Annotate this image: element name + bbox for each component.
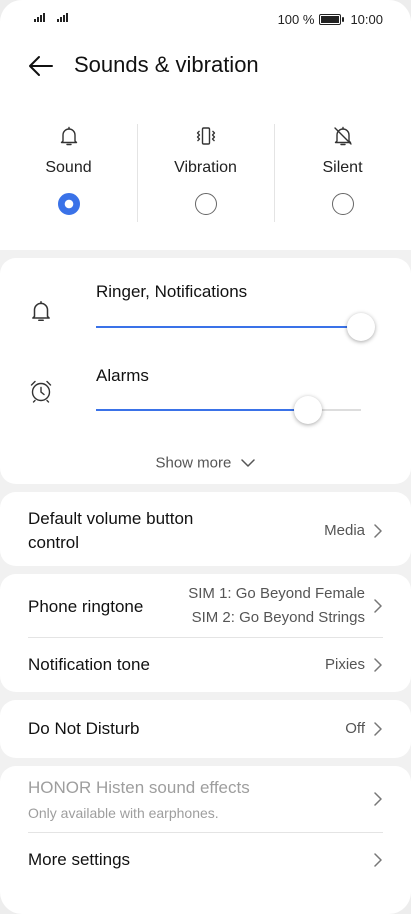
mode-silent[interactable]: Silent xyxy=(274,116,411,226)
alarm-clock-icon xyxy=(30,380,52,403)
histen-row[interactable]: HONOR Histen sound effects Only availabl… xyxy=(0,766,411,832)
screen: 100 % 10:00 Sounds & vibration Sound Vib… xyxy=(0,0,411,914)
phone-ringtone-row[interactable]: Phone ringtone SIM 1: Go Beyond Female S… xyxy=(0,574,411,638)
volume-card: Ringer, Notifications Alarms Show more xyxy=(0,258,411,484)
ringtone-card: Phone ringtone SIM 1: Go Beyond Female S… xyxy=(0,574,411,692)
chevron-right-icon xyxy=(374,599,382,613)
volume-alarms-label: Alarms xyxy=(96,366,149,385)
bell-off-icon xyxy=(333,126,352,146)
mode-silent-radio[interactable] xyxy=(331,193,354,215)
arrow-left-icon[interactable] xyxy=(26,51,56,81)
chevron-down-icon xyxy=(240,459,255,467)
mode-vibration-label: Vibration xyxy=(174,159,237,176)
notification-tone-label: Notification tone xyxy=(28,655,150,674)
volume-alarms-slider[interactable] xyxy=(96,396,361,424)
show-more-button[interactable]: Show more xyxy=(0,454,411,472)
default-volume-label: Default volume button control xyxy=(28,509,194,552)
mode-silent-label: Silent xyxy=(322,159,363,176)
volume-ringer: Ringer, Notifications xyxy=(0,282,411,352)
bell-icon xyxy=(60,126,77,146)
slider-progress xyxy=(96,326,361,328)
more-settings-label: More settings xyxy=(28,850,131,869)
volume-ringer-label: Ringer, Notifications xyxy=(96,282,248,301)
notification-tone-row[interactable]: Notification tone Pixies xyxy=(0,638,411,692)
default-volume-row[interactable]: Default volume button control Media xyxy=(0,492,411,566)
mode-sound[interactable]: Sound xyxy=(0,116,137,226)
sound-mode-selector: Sound Vibration Silent xyxy=(0,116,411,226)
chevron-right-icon xyxy=(374,722,382,736)
default-volume-value: Media xyxy=(324,522,365,539)
mode-sound-label: Sound xyxy=(45,159,92,176)
page-title: Sounds & vibration xyxy=(74,52,259,77)
do-not-disturb-row[interactable]: Do Not Disturb Off xyxy=(0,700,411,758)
chevron-right-icon xyxy=(374,853,382,867)
dnd-card: Do Not Disturb Off xyxy=(0,700,411,758)
more-card: HONOR Histen sound effects Only availabl… xyxy=(0,766,411,914)
ringtone-sim2: SIM 2: Go Beyond Strings xyxy=(191,609,365,626)
battery-percent: 100 % xyxy=(277,12,315,27)
phone-ringtone-label: Phone ringtone xyxy=(28,597,144,616)
volume-ringer-slider[interactable] xyxy=(96,313,375,341)
slider-progress xyxy=(96,409,308,411)
default-volume-card: Default volume button control Media xyxy=(0,492,411,566)
mode-sound-radio[interactable] xyxy=(57,193,80,215)
volume-alarms: Alarms xyxy=(0,364,411,434)
do-not-disturb-label: Do Not Disturb xyxy=(28,719,140,738)
signal-icon xyxy=(34,13,45,22)
notification-tone-value: Pixies xyxy=(324,656,365,673)
histen-label: HONOR Histen sound effects xyxy=(28,778,250,797)
chevron-right-icon xyxy=(374,792,382,806)
slider-thumb[interactable] xyxy=(294,396,322,424)
show-more-label: Show more xyxy=(155,454,232,472)
chevron-right-icon xyxy=(374,658,382,672)
status-right: 100 % 10:00 xyxy=(278,12,383,27)
more-settings-row[interactable]: More settings xyxy=(0,833,411,887)
ringtone-sim1: SIM 1: Go Beyond Female xyxy=(188,585,365,602)
header-section: Sounds & vibration Sound Vibration Silen… xyxy=(0,40,411,250)
mode-vibration[interactable]: Vibration xyxy=(137,116,274,226)
signal-icon xyxy=(57,13,68,22)
battery-icon xyxy=(319,14,345,25)
status-bar: 100 % 10:00 xyxy=(0,0,411,40)
mode-vibration-radio[interactable] xyxy=(194,193,217,215)
clock: 10:00 xyxy=(350,12,383,27)
bell-icon xyxy=(32,301,50,321)
phone-ringtone-value: SIM 1: Go Beyond Female SIM 2: Go Beyond… xyxy=(188,582,365,630)
do-not-disturb-value: Off xyxy=(345,720,365,737)
chevron-right-icon xyxy=(374,524,382,538)
histen-sublabel: Only available with earphones. xyxy=(28,805,219,821)
vibration-icon xyxy=(196,127,215,145)
slider-thumb[interactable] xyxy=(347,313,375,341)
